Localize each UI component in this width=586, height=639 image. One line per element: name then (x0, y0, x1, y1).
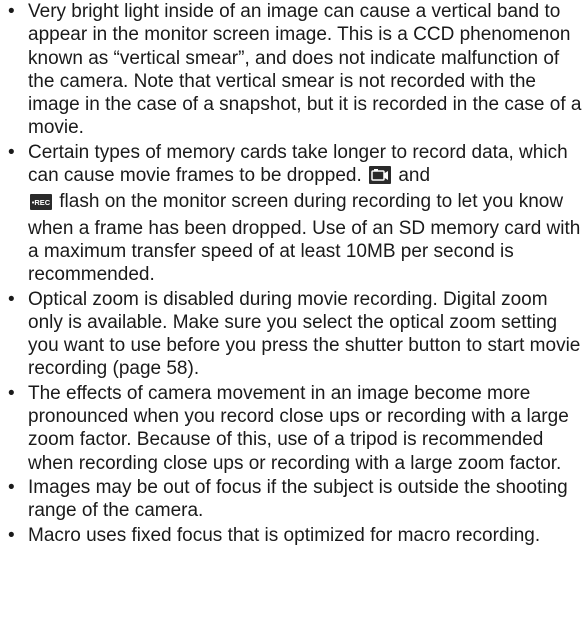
bullet-icon: • (8, 141, 15, 163)
memory-card-note: Certain types of memory cards take longe… (28, 141, 582, 287)
optical-zoom-note: Optical zoom is disabled during movie re… (28, 288, 581, 380)
memory-card-text-end: flash on the monitor screen during recor… (28, 191, 581, 286)
and-connector: and (398, 165, 431, 187)
list-item: • Images may be out of focus if the subj… (8, 476, 582, 523)
list-item: • The effects of camera movement in an i… (8, 382, 582, 475)
rec-icon-label: •REC (32, 198, 51, 207)
rec-icon: •REC (30, 193, 52, 216)
list-item: • Very bright light inside of an image c… (8, 0, 582, 140)
memory-card-text-start: Certain types of memory cards take longe… (28, 141, 568, 187)
bullet-icon: • (8, 1, 15, 22)
camera-card-icon (369, 166, 392, 190)
bullet-icon: • (8, 524, 15, 546)
manual-page: • Very bright light inside of an image c… (0, 0, 586, 639)
bullet-icon: • (8, 476, 15, 498)
vertical-smear-note: Very bright light inside of an image can… (28, 1, 582, 139)
list-item: • Certain types of memory cards take lon… (8, 141, 582, 287)
bullet-icon: • (8, 288, 15, 310)
notes-bullet-list: • Very bright light inside of an image c… (8, 0, 582, 548)
bullet-icon: • (8, 382, 15, 404)
focus-range-note: Images may be out of focus if the subjec… (28, 476, 568, 522)
list-item: • Macro uses fixed focus that is optimiz… (8, 524, 582, 547)
list-item: • Optical zoom is disabled during movie … (8, 288, 582, 381)
camera-movement-note: The effects of camera movement in an ima… (28, 382, 569, 474)
macro-focus-note: Macro uses fixed focus that is optimized… (28, 524, 541, 546)
